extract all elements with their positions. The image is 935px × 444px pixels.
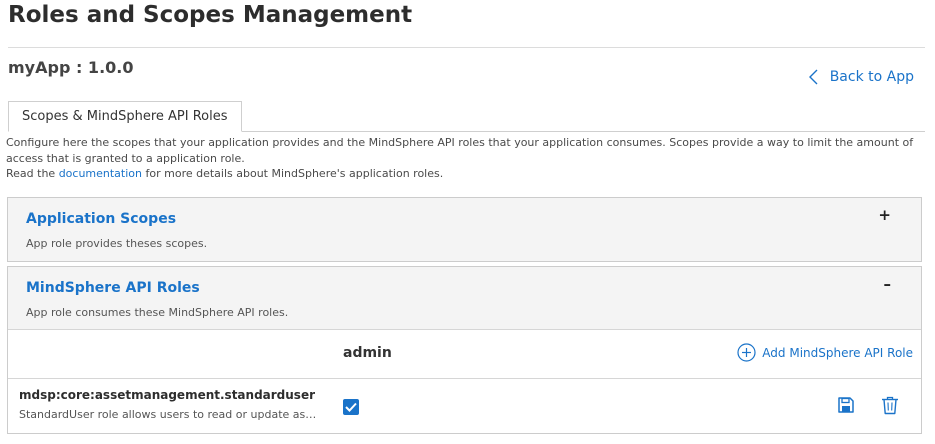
- api-roles-title[interactable]: MindSphere API Roles: [26, 280, 200, 296]
- application-scopes-header[interactable]: Application Scopes App role provides the…: [8, 198, 921, 261]
- page-title: Roles and Scopes Management: [8, 2, 413, 28]
- table-row: mdsp:core:assetmanagement.standarduser S…: [8, 379, 921, 431]
- api-roles-panel: MindSphere API Roles App role consumes t…: [7, 266, 922, 434]
- collapse-icon[interactable]: –: [884, 275, 892, 293]
- api-roles-subtitle: App role consumes these MindSphere API r…: [26, 306, 289, 319]
- description-line-2: Read the documentation for more details …: [6, 166, 916, 182]
- admin-column-header: admin: [343, 345, 392, 361]
- description-prefix: Read the: [6, 167, 59, 180]
- save-button[interactable]: [837, 396, 855, 418]
- chevron-left-icon: [808, 69, 818, 85]
- add-api-role-button[interactable]: Add MindSphere API Role: [737, 343, 913, 362]
- trash-icon: [882, 396, 898, 415]
- description-suffix: for more details about MindSphere's appl…: [142, 167, 444, 180]
- expand-icon[interactable]: +: [878, 206, 891, 224]
- admin-checkbox[interactable]: [343, 399, 359, 415]
- tab-bar: Scopes & MindSphere API Roles: [8, 101, 925, 132]
- back-to-app-label: Back to App: [829, 69, 914, 85]
- application-scopes-panel: Application Scopes App role provides the…: [7, 197, 922, 262]
- checkmark-icon: [345, 402, 357, 412]
- app-name: myApp : 1.0.0: [8, 58, 134, 77]
- role-description: StandardUser role allows users to read o…: [19, 408, 319, 421]
- role-name: mdsp:core:assetmanagement.standarduser: [19, 388, 316, 402]
- title-divider: [8, 47, 925, 48]
- plus-circle-icon: [737, 343, 756, 362]
- add-api-role-label: Add MindSphere API Role: [762, 345, 913, 360]
- delete-button[interactable]: [881, 396, 899, 419]
- floppy-disk-icon: [838, 397, 854, 413]
- application-scopes-title[interactable]: Application Scopes: [26, 211, 176, 227]
- roles-table-header: admin Add MindSphere API Role: [8, 329, 921, 379]
- back-to-app-link[interactable]: Back to App: [808, 69, 914, 85]
- description-line-1: Configure here the scopes that your appl…: [6, 136, 914, 165]
- application-scopes-subtitle: App role provides theses scopes.: [26, 237, 208, 250]
- api-roles-header[interactable]: MindSphere API Roles App role consumes t…: [8, 267, 921, 329]
- page-description: Configure here the scopes that your appl…: [6, 135, 916, 182]
- tab-scopes-api-roles[interactable]: Scopes & MindSphere API Roles: [8, 101, 242, 132]
- documentation-link[interactable]: documentation: [59, 167, 142, 180]
